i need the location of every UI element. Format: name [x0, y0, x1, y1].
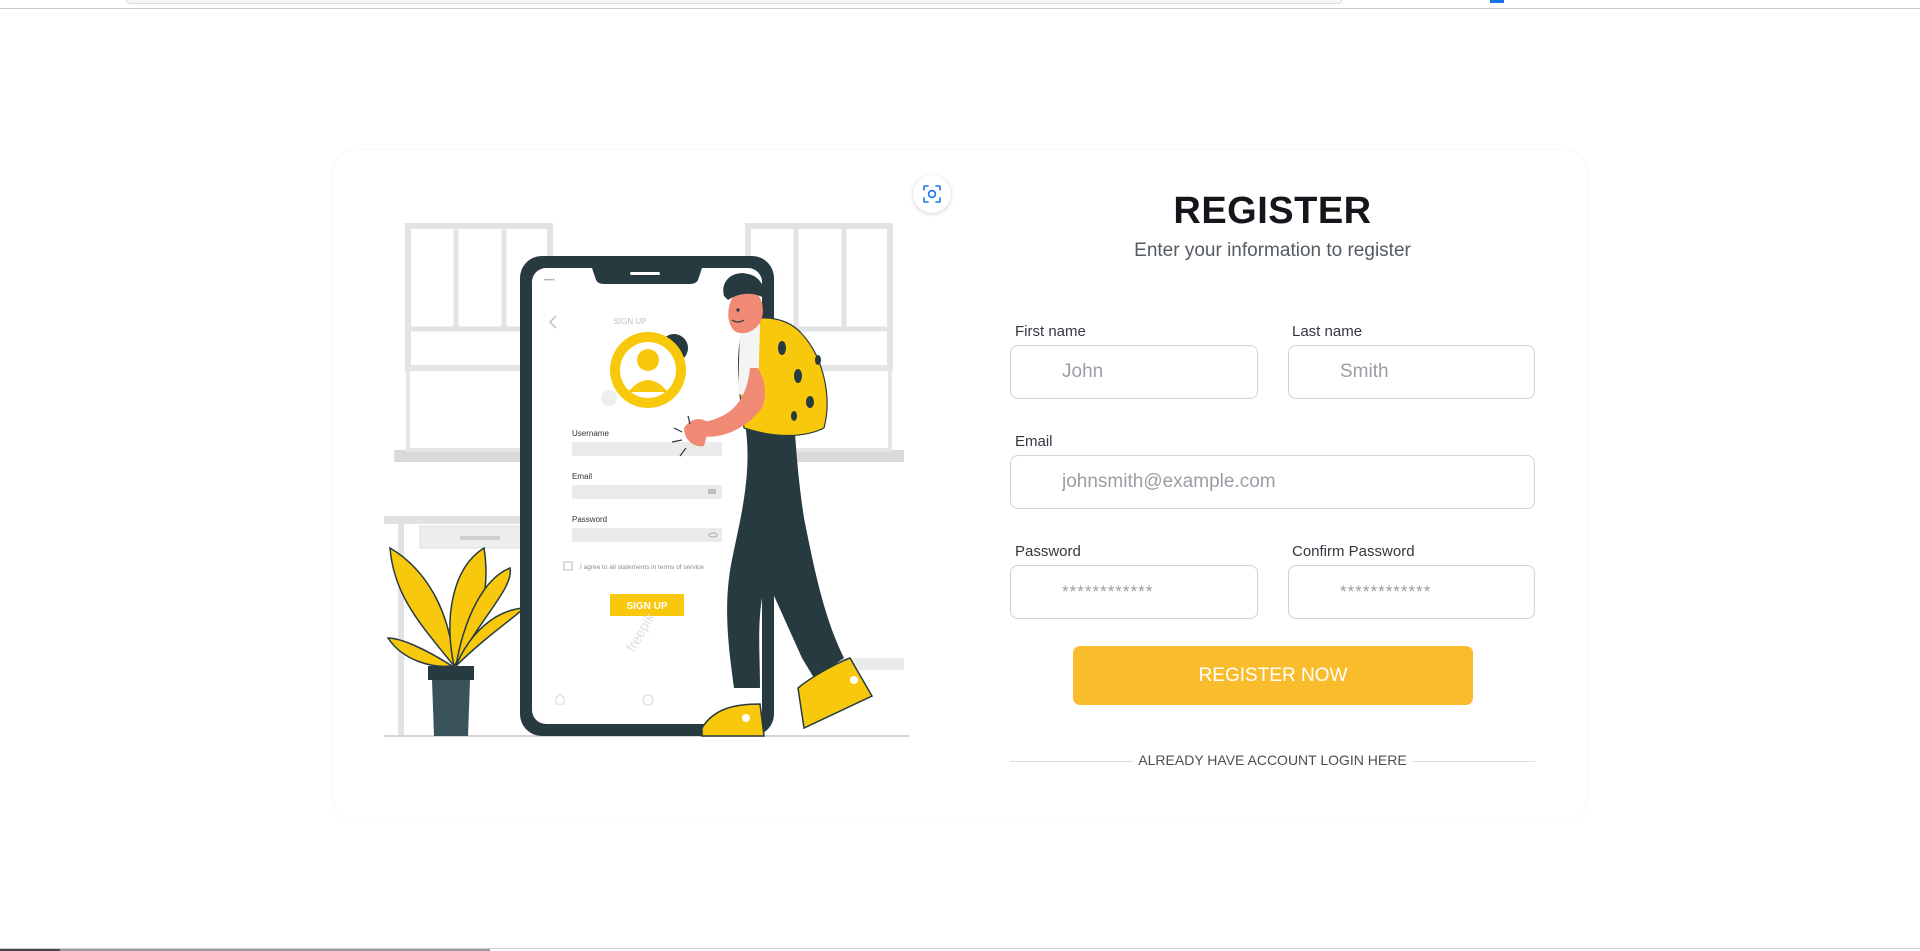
confirm-password-input[interactable] — [1288, 565, 1535, 619]
potted-plant-illustration — [386, 546, 526, 736]
register-now-button[interactable]: REGISTER NOW — [1073, 646, 1473, 705]
address-bar[interactable] — [126, 0, 1342, 4]
page-subtitle: Enter your information to register — [1134, 240, 1411, 261]
password-input[interactable] — [1010, 565, 1258, 619]
login-link-container: ALREADY HAVE ACCOUNT LOGIN HERE — [1010, 752, 1535, 768]
last-name-label: Last name — [1292, 323, 1363, 340]
password-label: Password — [1015, 543, 1081, 560]
signup-illustration: ••••• SIGN UP Username Email Password I … — [384, 223, 909, 737]
extension-icon[interactable] — [1490, 0, 1504, 3]
browser-top-bar — [0, 0, 1920, 9]
visual-search-button[interactable] — [913, 175, 951, 213]
phone-heading-text: SIGN UP — [614, 317, 647, 326]
phone-signup-button-text: SIGN UP — [626, 601, 667, 612]
email-label: Email — [1015, 433, 1053, 450]
login-link[interactable]: ALREADY HAVE ACCOUNT LOGIN HERE — [1133, 752, 1412, 768]
visual-search-icon — [923, 185, 941, 203]
first-name-input[interactable] — [1010, 345, 1258, 399]
email-input[interactable] — [1010, 455, 1535, 509]
phone-terms-text: I agree to all statements in terms of se… — [580, 564, 704, 571]
phone-username-label: Username — [572, 429, 609, 438]
phone-email-label: Email — [572, 472, 592, 481]
page-title: REGISTER — [1173, 190, 1372, 232]
svg-text:•••••: ••••• — [544, 278, 555, 284]
last-name-input[interactable] — [1288, 345, 1535, 399]
confirm-password-label: Confirm Password — [1292, 543, 1415, 560]
first-name-label: First name — [1015, 323, 1086, 340]
phone-password-label: Password — [572, 515, 607, 524]
